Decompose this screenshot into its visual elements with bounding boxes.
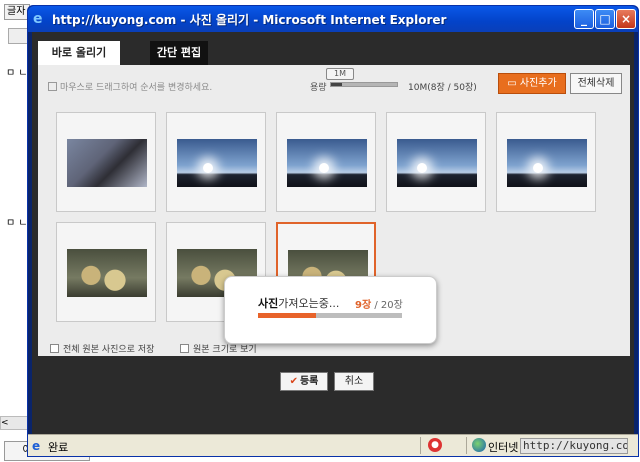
sun-graphic — [203, 163, 213, 173]
cancel-button[interactable]: 취소 — [334, 372, 374, 391]
ie-logo-icon: e — [33, 11, 43, 27]
photo-thumbnail[interactable] — [276, 112, 376, 212]
loading-current: 9장 — [355, 300, 372, 311]
drag-hint-text: 마우스로 드래그하여 순서를 변경하세요. — [60, 83, 213, 93]
usage-bar-fill — [331, 83, 342, 86]
usage-text: 10M(8장 / 50장) — [408, 83, 477, 93]
background-text: ㅁ ㄴ — [6, 218, 28, 229]
loading-dialog: 사진가져오는중... 9장 / 20장 — [224, 276, 437, 344]
drag-hint: 마우스로 드래그하여 순서를 변경하세요. — [48, 80, 212, 93]
photo-image — [67, 139, 147, 187]
checkbox-icon — [50, 344, 59, 353]
usage-bar — [330, 82, 398, 87]
loading-progress-fill — [258, 313, 316, 318]
scroll-left-button[interactable]: < — [0, 416, 28, 430]
register-button[interactable]: ✔ 등록 — [280, 372, 328, 391]
zone-text: 인터넷 — [488, 441, 519, 454]
close-button[interactable]: × — [616, 9, 636, 29]
page-done-icon: e — [32, 439, 41, 453]
usage-tooltip: 1M — [326, 68, 354, 80]
options-row: 전체 원본 사진으로 저장 원본 크기로 보기 — [50, 342, 257, 355]
drag-hint-icon — [48, 82, 57, 91]
photo-thumbnail[interactable] — [56, 222, 156, 322]
save-original-label: 전체 원본 사진으로 저장 — [63, 345, 155, 355]
sun-graphic — [533, 163, 543, 173]
title-bar[interactable]: e http://kuyong.com - 사진 올리기 - Microsoft… — [28, 6, 638, 32]
checkbox-icon — [180, 344, 189, 353]
popup-blocker-icon[interactable]: ● — [428, 438, 442, 452]
photo-thumbnail[interactable] — [166, 112, 266, 212]
photo-image — [397, 139, 477, 187]
register-label: 등록 — [299, 376, 319, 387]
loading-label-bold: 사진 — [258, 297, 279, 310]
tab-direct-upload[interactable]: 바로 올리기 — [38, 41, 120, 65]
loading-total: / 20장 — [374, 300, 403, 311]
image-icon[interactable] — [8, 28, 28, 44]
tab-simple-edit[interactable]: 간단 편집 — [150, 41, 208, 65]
popup-content: 바로 올리기 간단 편집 마우스로 드래그하여 순서를 변경하세요. 1M 용량… — [32, 32, 634, 434]
photo-image — [507, 139, 587, 187]
delete-all-button[interactable]: 전체삭제 — [570, 73, 622, 94]
save-original-checkbox[interactable]: 전체 원본 사진으로 저장 — [50, 344, 155, 355]
original-size-label: 원본 크기로 보기 — [193, 345, 257, 355]
photo-thumbnail[interactable] — [386, 112, 486, 212]
minimize-button[interactable]: _ — [574, 9, 594, 29]
add-photo-label: 사진추가 — [519, 78, 557, 89]
ie-popup-window: e http://kuyong.com - 사진 올리기 - Microsoft… — [27, 5, 639, 457]
photo-image — [287, 139, 367, 187]
loading-count: 9장 / 20장 — [355, 296, 403, 311]
add-photo-button[interactable]: ▭ 사진추가 — [498, 73, 566, 94]
photo-image — [177, 139, 257, 187]
loading-text: 사진가져오는중... — [258, 295, 339, 311]
status-divider — [420, 437, 421, 454]
sun-graphic — [319, 163, 329, 173]
status-divider — [466, 437, 467, 454]
photo-icon: ▭ — [507, 78, 520, 89]
maximize-button[interactable]: □ — [595, 9, 615, 29]
window-title: http://kuyong.com - 사진 올리기 - Microsoft I… — [52, 13, 447, 27]
loading-label-rest: 가져오는중... — [278, 297, 340, 310]
photo-thumbnail[interactable] — [496, 112, 596, 212]
loading-progress-bar — [258, 313, 402, 318]
status-text: 완료 — [48, 441, 69, 454]
check-icon: ✔ — [289, 376, 298, 387]
photo-thumbnail[interactable] — [56, 112, 156, 212]
usage-label: 용량 — [310, 83, 327, 93]
internet-zone-icon — [472, 438, 486, 452]
background-text: ㅁ ㄴ — [6, 68, 28, 79]
status-bar: e 완료 ● 인터넷 http://kuyong.com — [28, 434, 638, 456]
sun-graphic — [417, 163, 427, 173]
status-url: http://kuyong.com — [520, 438, 628, 454]
photo-image — [67, 249, 147, 297]
